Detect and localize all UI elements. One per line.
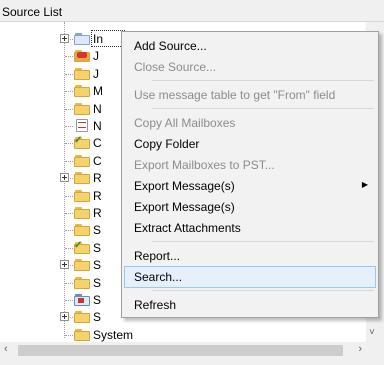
menu-item-export-message-s[interactable]: Export Message(s) (124, 196, 376, 218)
tree-branch-line (65, 230, 73, 232)
tree-branch-line (65, 126, 73, 127)
menu-item-label: Extract Attachments (134, 221, 241, 235)
menu-item-search[interactable]: Search... (124, 266, 376, 288)
menu-separator (152, 108, 374, 109)
tree-branch-line (65, 91, 73, 93)
tree-node-label: C (93, 136, 102, 151)
tree-node-label: R (93, 171, 102, 186)
folder-icon (74, 224, 90, 237)
folder-icon (74, 259, 90, 272)
tree-branch-line (65, 213, 73, 214)
menu-item-extract-attachments[interactable]: Extract Attachments (124, 217, 376, 239)
tree-node-label: J (93, 66, 99, 81)
expand-plus-icon[interactable] (60, 173, 69, 183)
menu-item-report[interactable]: Report... (124, 245, 376, 267)
tree-node-label: C (93, 153, 102, 168)
menu-item-label: Export Message(s) (134, 179, 235, 193)
tree-node-label: R (93, 188, 102, 203)
menu-item-export-message-s[interactable]: Export Message(s) ▶ (124, 175, 376, 197)
tree-node-label: N (93, 101, 102, 116)
folder-sync-icon (74, 33, 90, 45)
folder-icon (74, 189, 90, 202)
tree-branch-line (65, 160, 73, 162)
folder-icon (74, 172, 90, 185)
submenu-arrow-icon: ▶ (361, 180, 368, 189)
tree-branch-line (65, 195, 73, 197)
folder-icon (74, 102, 90, 115)
menu-item-label: Export Message(s) (134, 200, 235, 214)
tree-node-label: S (93, 310, 102, 325)
tree-branch-line (65, 73, 73, 75)
menu-item-label: Copy Folder (134, 137, 200, 151)
tree-branch-line (65, 282, 73, 284)
context-menu: Add Source... Close Source... Use message … (121, 31, 379, 318)
menu-item-copy-all-mailboxes: Copy All Mailboxes (124, 112, 376, 134)
tree-branch-line (65, 108, 73, 110)
scroll-down-arrow-icon[interactable]: ˅ (369, 327, 375, 338)
folder-special-icon (74, 50, 90, 63)
expand-plus-icon[interactable] (60, 260, 69, 270)
folder-icon (74, 328, 90, 341)
folder-icon (74, 154, 90, 167)
horizontal-scroll-thumb[interactable] (18, 345, 343, 356)
notes-icon (74, 119, 90, 132)
tree-node-label: System (93, 327, 134, 342)
menu-item-label: Export Mailboxes to PST... (134, 158, 275, 172)
tree-node-label: S (93, 240, 102, 255)
menu-separator (152, 80, 374, 81)
menu-item-export-mailboxes-to-pst: Export Mailboxes to PST... (124, 154, 376, 176)
tree-branch-line (65, 300, 73, 301)
status-strip (0, 359, 384, 365)
menu-item-label: Close Source... (134, 60, 217, 74)
tree-branch-line (65, 334, 73, 336)
tree-node-label: R (93, 206, 102, 220)
menu-item-label: Search... (134, 270, 183, 284)
menu-item-label: Copy All Mailboxes (134, 116, 236, 130)
menu-item-label: Add Source... (134, 39, 207, 53)
menu-item-close-source: Close Source... (124, 56, 376, 78)
selected-node-focus-box (91, 30, 125, 47)
tree-node-label: S (93, 293, 102, 307)
scroll-right-arrow-icon[interactable]: › (358, 343, 362, 355)
menu-item-label: Use message table to get "From" field (134, 88, 336, 102)
tree-node-label: S (93, 223, 102, 238)
folder-icon (74, 67, 90, 80)
folder-check-icon: ✓ (74, 135, 90, 150)
tree-node-label: J (93, 49, 99, 64)
menu-item-use-message-table-to-get-from-field: Use message table to get "From" field (124, 84, 376, 106)
search-folder-icon (74, 294, 90, 306)
expand-plus-icon[interactable] (60, 312, 69, 322)
tree-node[interactable]: System (0, 326, 366, 342)
folder-icon (74, 207, 90, 219)
folder-icon (74, 85, 90, 98)
menu-item-copy-folder[interactable]: Copy Folder (124, 133, 376, 155)
menu-item-label: Refresh (134, 298, 177, 312)
scroll-left-arrow-icon[interactable]: ‹ (4, 343, 8, 355)
folder-check-icon: ✓ (74, 240, 90, 254)
tree-node-label: S (93, 258, 102, 273)
menu-item-label: Report... (134, 249, 181, 263)
folder-icon (74, 276, 90, 289)
tree-node-label: N (93, 119, 102, 133)
source-list-title: Source List (0, 0, 384, 22)
tree-branch-line (65, 56, 73, 58)
folder-icon (74, 311, 90, 324)
tree-branch-line (65, 143, 73, 145)
horizontal-scrollbar[interactable]: ‹ › (0, 342, 384, 359)
menu-separator (152, 290, 374, 291)
menu-item-refresh[interactable]: Refresh (124, 294, 376, 316)
expand-plus-icon[interactable] (60, 34, 69, 43)
tree-node-label: M (93, 84, 103, 99)
tree-node-label: S (93, 275, 102, 290)
menu-item-add-source[interactable]: Add Source... (124, 35, 376, 57)
tree-branch-line (65, 247, 73, 249)
menu-separator (152, 241, 374, 242)
